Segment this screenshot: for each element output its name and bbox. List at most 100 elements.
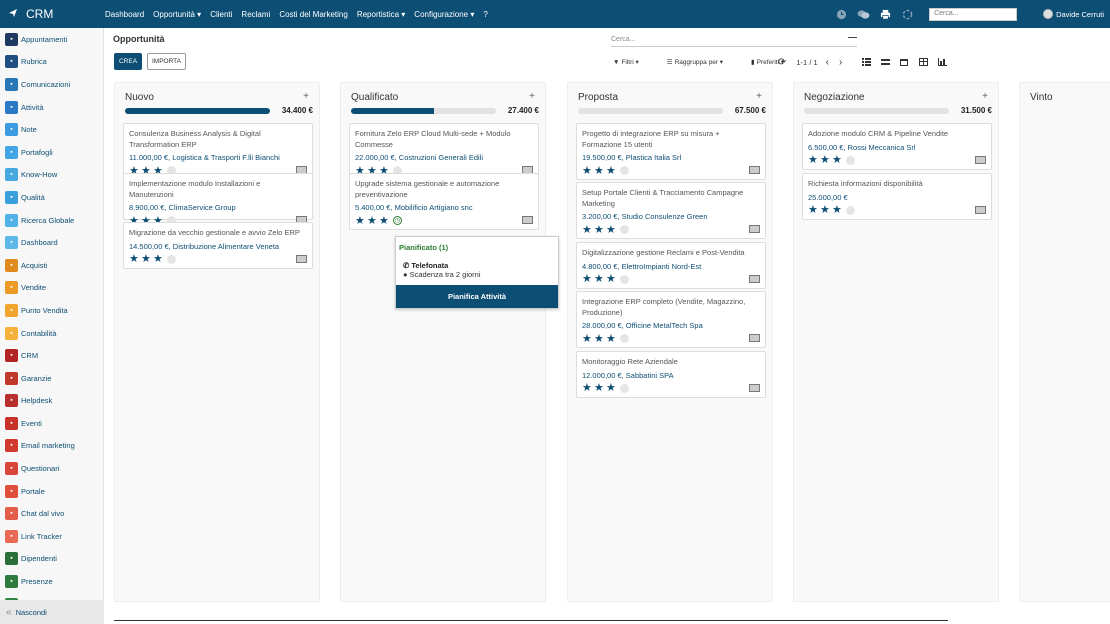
menu-reclami[interactable]: Reclami bbox=[241, 10, 270, 19]
groupby-dropdown[interactable]: ☰ Raggruppa per ▾ bbox=[667, 58, 737, 66]
star-icon[interactable]: ★ bbox=[820, 155, 830, 166]
menu-configurazione[interactable]: Configurazione ▾ bbox=[414, 10, 474, 19]
sidebar-item[interactable]: ▪ Questionari bbox=[0, 457, 103, 480]
sidebar-collapse-button[interactable]: « Nascondi bbox=[0, 600, 104, 624]
sidebar-item[interactable]: ▪ Garanzie bbox=[0, 367, 103, 390]
printer-icon[interactable] bbox=[879, 8, 892, 21]
column-progressbar[interactable] bbox=[804, 108, 949, 114]
sidebar-item[interactable]: ▪ Know-How bbox=[0, 164, 103, 187]
pivot-view-icon[interactable] bbox=[918, 57, 928, 67]
star-icon[interactable]: ★ bbox=[582, 383, 592, 394]
kanban-card[interactable]: Digitalizzazione gestione Reclami e Post… bbox=[576, 242, 766, 289]
clock-icon[interactable] bbox=[835, 8, 848, 21]
sidebar-item[interactable]: ▪ Appuntamenti bbox=[0, 28, 103, 51]
sidebar-item[interactable]: ▪ Acquisti bbox=[0, 254, 103, 277]
star-icon[interactable]: ★ bbox=[367, 215, 377, 226]
import-button[interactable]: IMPORTA bbox=[147, 53, 186, 70]
star-icon[interactable]: ★ bbox=[820, 205, 830, 216]
column-progressbar[interactable] bbox=[578, 108, 723, 114]
activity-item[interactable]: ✆ Telefonata bbox=[403, 261, 448, 270]
star-icon[interactable]: ★ bbox=[355, 215, 365, 226]
chat-icon[interactable] bbox=[857, 8, 870, 21]
sidebar-item[interactable]: ▪ Dipendenti bbox=[0, 548, 103, 571]
quick-create-icon[interactable]: + bbox=[529, 91, 535, 102]
star-icon[interactable]: ★ bbox=[594, 333, 604, 344]
sidebar-item[interactable]: ▪ Note bbox=[0, 118, 103, 141]
star-icon[interactable]: ★ bbox=[606, 224, 616, 235]
sidebar-item[interactable]: ▪ Portale bbox=[0, 480, 103, 503]
column-progressbar[interactable] bbox=[125, 108, 270, 114]
create-button[interactable]: CREA bbox=[114, 53, 142, 70]
star-icon[interactable]: ★ bbox=[606, 274, 616, 285]
sidebar-item[interactable]: ▪ Punto Vendita bbox=[0, 299, 103, 322]
star-icon[interactable]: ★ bbox=[808, 155, 818, 166]
star-icon[interactable]: ★ bbox=[594, 165, 604, 176]
pager-next-icon[interactable]: › bbox=[839, 57, 842, 68]
search-input[interactable]: Cerca... — bbox=[611, 32, 857, 47]
activity-icon[interactable] bbox=[620, 383, 629, 393]
pager-previous-icon[interactable]: ‹ bbox=[826, 57, 829, 68]
activity-clock-icon[interactable]: ◷ bbox=[393, 216, 402, 225]
app-menu-icon[interactable] bbox=[8, 8, 18, 21]
quick-create-icon[interactable]: + bbox=[756, 91, 762, 102]
star-icon[interactable]: ★ bbox=[594, 274, 604, 285]
calendar-view-icon[interactable] bbox=[899, 57, 909, 67]
sidebar-item[interactable]: ▪ Comunicazioni bbox=[0, 73, 103, 96]
pager-value[interactable]: 1-1 / 1 bbox=[796, 58, 817, 67]
user-menu[interactable]: Davide Cerruti bbox=[1043, 9, 1104, 19]
filters-dropdown[interactable]: ▼ Filtri ▾ bbox=[613, 58, 653, 66]
star-icon[interactable]: ★ bbox=[582, 333, 592, 344]
sidebar-item[interactable]: ▪ Portafogli bbox=[0, 141, 103, 164]
kanban-view-icon[interactable] bbox=[880, 57, 890, 67]
sidebar-item[interactable]: ▪ Ricerca Globale bbox=[0, 209, 103, 232]
global-search-input[interactable]: Cerca... bbox=[929, 7, 1018, 21]
menu-opportunita[interactable]: Opportunità ▾ bbox=[153, 10, 201, 19]
sidebar-item[interactable]: ▪ Link Tracker bbox=[0, 525, 103, 548]
sidebar-item[interactable]: ▪ Vendite bbox=[0, 277, 103, 300]
search-toggle-icon[interactable]: — bbox=[848, 32, 857, 42]
graph-view-icon[interactable] bbox=[937, 57, 947, 67]
sidebar-item[interactable]: ▪ CRM bbox=[0, 344, 103, 367]
activity-icon[interactable] bbox=[167, 254, 176, 264]
quick-create-icon[interactable]: + bbox=[982, 91, 988, 102]
star-icon[interactable]: ★ bbox=[582, 224, 592, 235]
star-icon[interactable]: ★ bbox=[594, 224, 604, 235]
sidebar-item[interactable]: ▪ Dashboard bbox=[0, 231, 103, 254]
activity-icon[interactable] bbox=[620, 166, 629, 175]
star-icon[interactable]: ★ bbox=[379, 215, 389, 226]
activity-icon[interactable] bbox=[620, 225, 629, 234]
kanban-card[interactable]: Monitoraggio Rete Aziendale 12.000,00 €, … bbox=[576, 351, 766, 398]
star-icon[interactable]: ★ bbox=[606, 333, 616, 344]
quick-create-icon[interactable]: + bbox=[303, 91, 309, 102]
star-icon[interactable]: ★ bbox=[832, 205, 842, 216]
app-switcher[interactable]: CRM bbox=[0, 7, 105, 21]
kanban-card[interactable]: Richiesta informazioni disponibilità 25.0… bbox=[802, 173, 992, 220]
refresh-icon[interactable]: ⟳ bbox=[778, 57, 786, 68]
sidebar-item[interactable]: ▪ Rubrica bbox=[0, 51, 103, 74]
list-view-icon[interactable] bbox=[861, 57, 871, 67]
activity-icon[interactable] bbox=[846, 205, 855, 215]
column-progressbar[interactable] bbox=[351, 108, 496, 114]
sidebar-item[interactable]: ▪ Qualità bbox=[0, 186, 103, 209]
sidebar-item[interactable]: ▪ Helpdesk bbox=[0, 390, 103, 413]
sidebar-item[interactable]: ▪ Presenze bbox=[0, 570, 103, 593]
sidebar-item[interactable]: ▪ Attività bbox=[0, 96, 103, 119]
schedule-activity-button[interactable]: Pianifica Attività bbox=[396, 285, 558, 308]
star-icon[interactable]: ★ bbox=[832, 155, 842, 166]
star-icon[interactable]: ★ bbox=[582, 274, 592, 285]
activity-icon[interactable] bbox=[846, 155, 855, 165]
sidebar-item[interactable]: ▪ Chat dal vivo bbox=[0, 502, 103, 525]
kanban-card[interactable]: Progetto di integrazione ERP su misura +… bbox=[576, 123, 766, 180]
menu-costi-marketing[interactable]: Costi del Marketing bbox=[279, 10, 347, 19]
kanban-card[interactable]: Upgrade sistema gestionale e automazione… bbox=[349, 173, 539, 230]
menu-reportistica[interactable]: Reportistica ▾ bbox=[357, 10, 405, 19]
star-icon[interactable]: ★ bbox=[808, 205, 818, 216]
menu-clienti[interactable]: Clienti bbox=[210, 10, 232, 19]
kanban-card[interactable]: Setup Portale Clienti & Tracciamento Cam… bbox=[576, 182, 766, 239]
star-icon[interactable]: ★ bbox=[153, 254, 163, 265]
sidebar-item[interactable]: ▪ Eventi bbox=[0, 412, 103, 435]
kanban-card[interactable]: Integrazione ERP completo (Vendite, Maga… bbox=[576, 291, 766, 348]
kanban-card[interactable]: Fornitura Zelo ERP Cloud Multi-sede + Mo… bbox=[349, 123, 539, 180]
menu-dashboard[interactable]: Dashboard bbox=[105, 10, 144, 19]
kanban-card[interactable]: Implementazione modulo Installazioni e M… bbox=[123, 173, 313, 226]
